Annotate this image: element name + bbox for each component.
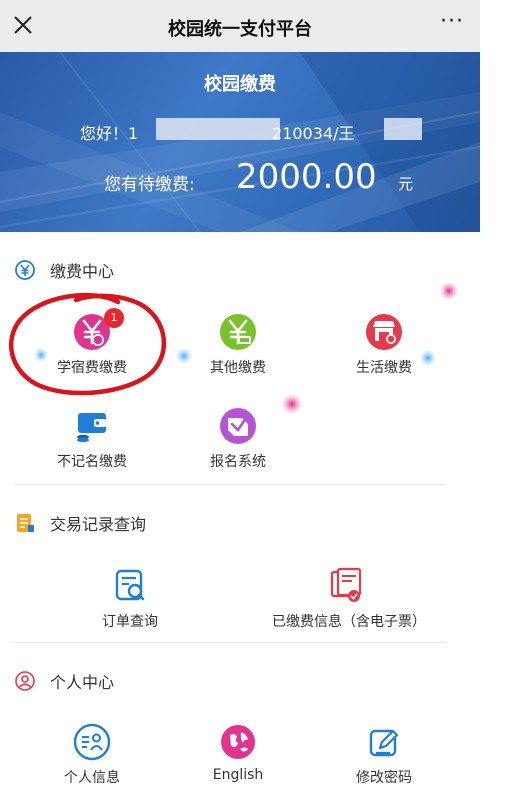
registration-system-label: 报名系统 bbox=[210, 454, 266, 470]
section-divider bbox=[14, 642, 446, 643]
order-query-button[interactable]: 订单查询 bbox=[55, 566, 205, 631]
change-password-button[interactable]: 修改密码 bbox=[309, 722, 459, 786]
change-password-label: 修改密码 bbox=[356, 770, 412, 786]
registration-icon bbox=[220, 408, 256, 444]
tuition-payment-button[interactable]: 学宿费缴费 bbox=[17, 312, 167, 377]
student-id-suffix: 210034/王 bbox=[272, 124, 355, 143]
anonymous-payment-button[interactable]: 不记名缴费 bbox=[17, 406, 167, 471]
registration-system-button[interactable]: 报名系统 bbox=[163, 406, 313, 471]
redaction-mask bbox=[156, 118, 280, 140]
more-menu-icon[interactable]: ··· bbox=[440, 9, 464, 34]
page-title: 校园统一支付平台 bbox=[168, 19, 312, 40]
other-payment-button[interactable]: 其他缴费 bbox=[163, 312, 313, 377]
sparkle-decoration bbox=[34, 348, 48, 362]
life-payment-button[interactable]: 生活缴费 bbox=[309, 312, 459, 377]
document-icon bbox=[17, 514, 34, 532]
anonymous-payment-label: 不记名缴费 bbox=[57, 454, 127, 470]
sparkle-decoration bbox=[440, 282, 458, 300]
personal-info-button[interactable]: 个人信息 bbox=[17, 722, 167, 786]
notification-badge: 1 bbox=[104, 308, 124, 328]
storefront-icon bbox=[366, 314, 402, 350]
order-query-label: 订单查询 bbox=[102, 614, 158, 630]
paid-info-button[interactable]: 已缴费信息（含电子票） bbox=[272, 566, 426, 631]
order-search-icon bbox=[115, 569, 145, 601]
due-amount: 2000.00 bbox=[236, 157, 377, 197]
section-divider bbox=[14, 484, 446, 485]
paid-info-label: 已缴费信息（含电子票） bbox=[272, 614, 426, 630]
app-frame: 校园统一支付平台 ··· 校园缴费 您好！1 210034/王 您有待缴费: 2… bbox=[0, 0, 480, 786]
receipt-icon bbox=[330, 567, 362, 602]
edit-pencil-icon bbox=[369, 729, 399, 757]
globe-icon bbox=[221, 725, 255, 759]
other-payment-icon bbox=[220, 314, 256, 350]
life-payment-label: 生活缴费 bbox=[356, 360, 412, 376]
banner-title: 校园缴费 bbox=[204, 74, 276, 95]
section-title: 个人中心 bbox=[50, 673, 115, 692]
id-card-icon bbox=[73, 723, 111, 761]
section-header-records: 交易记录查询 bbox=[14, 511, 146, 535]
payment-banner: 校园缴费 您好！1 210034/王 您有待缴费: 2000.00 元 bbox=[0, 52, 480, 232]
sparkle-decoration bbox=[176, 348, 192, 364]
greeting-text: 您好！1 bbox=[80, 124, 139, 143]
sparkle-decoration bbox=[420, 350, 436, 366]
due-unit: 元 bbox=[398, 175, 414, 193]
section-title: 交易记录查询 bbox=[50, 515, 147, 534]
personal-info-label: 个人信息 bbox=[64, 770, 120, 786]
section-header-personal: 个人中心 bbox=[14, 669, 114, 693]
user-circle-icon bbox=[15, 671, 35, 691]
section-title: 缴费中心 bbox=[50, 262, 115, 281]
language-english-button[interactable]: English bbox=[163, 722, 313, 783]
title-bar: 校园统一支付平台 ··· bbox=[0, 0, 480, 52]
wallet-icon bbox=[77, 413, 106, 443]
language-english-label: English bbox=[212, 767, 264, 783]
redaction-mask bbox=[384, 118, 422, 140]
yuan-circle-icon bbox=[15, 260, 35, 280]
section-header-payment-center: 缴费中心 bbox=[14, 258, 114, 282]
sparkle-decoration bbox=[282, 394, 302, 414]
due-label: 您有待缴费: bbox=[104, 175, 195, 195]
